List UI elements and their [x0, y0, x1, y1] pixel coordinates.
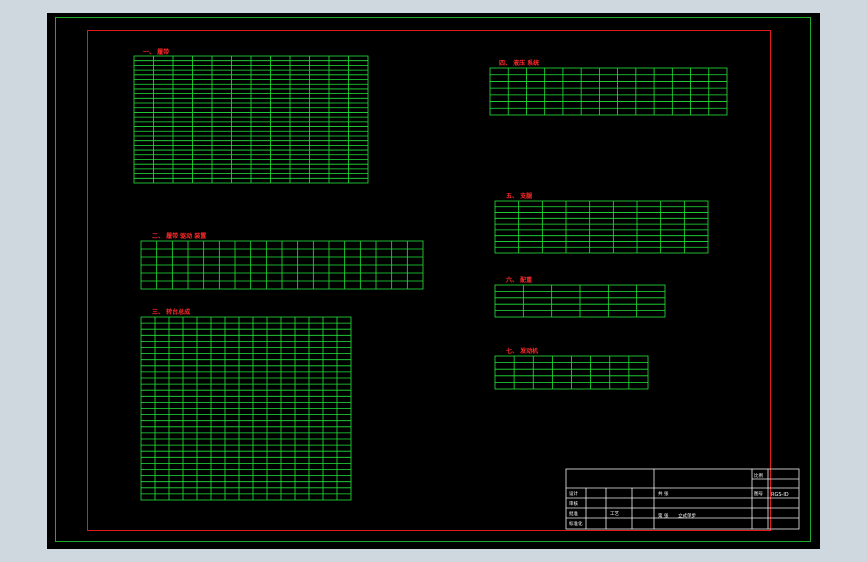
label-sheets-total: 共 张 — [658, 490, 669, 497]
parts-table-1 — [133, 55, 369, 184]
parts-table-7 — [494, 355, 649, 390]
doc-code: RGS-ID — [771, 492, 789, 498]
label-standards: 标准化 — [569, 520, 583, 527]
label-scale: 比例 — [754, 472, 763, 479]
label-sheet-no: 第 张 — [658, 512, 669, 519]
table-title-2: 二、 履带 驱动 装置 — [152, 233, 207, 240]
table-title-7: 七、 发动机 — [506, 348, 539, 355]
table-title-6: 六、 配重 — [506, 277, 533, 284]
table-frame — [494, 200, 709, 254]
label-checker: 审核 — [569, 500, 578, 507]
title-block: 设计 审核 批准 标准化 工艺 共 张 第 张 立式单步 比例 图号 RGS-I… — [565, 468, 800, 530]
drawing-canvas[interactable]: 一、 履带 二、 履带 驱动 装置 三、 转台总成 四、 液压 系统 五、 支腿… — [47, 13, 820, 549]
table-title-1: 一、 履带 — [143, 49, 170, 56]
label-drawing-no: 图号 — [754, 491, 763, 497]
parts-table-2 — [140, 240, 424, 290]
table-title-5: 五、 支腿 — [506, 193, 533, 200]
table-title-3: 三、 转台总成 — [152, 309, 191, 316]
parts-table-3 — [140, 316, 352, 501]
label-approver: 批准 — [569, 510, 578, 517]
parts-table-5 — [494, 200, 709, 254]
label-designer: 设计 — [569, 490, 578, 497]
parts-table-6 — [494, 284, 666, 318]
parts-table-4 — [489, 67, 728, 116]
label-process: 工艺 — [610, 511, 619, 517]
drawing-title: 立式单步 — [678, 512, 696, 519]
table-title-4: 四、 液压 系统 — [499, 60, 540, 67]
